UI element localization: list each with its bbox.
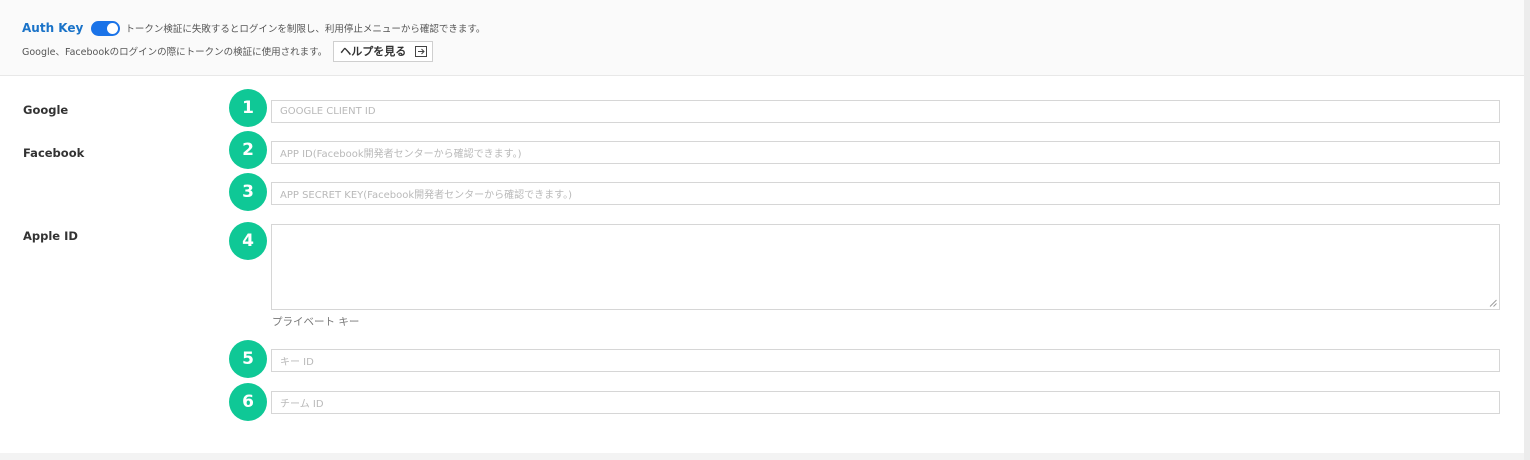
step-badge-5: 5 xyxy=(229,340,267,378)
toggle-knob xyxy=(107,22,119,34)
auth-key-toggle[interactable] xyxy=(91,20,121,36)
header-row-1: Auth Key トークン検証に失敗するとログインを制限し、利用停止メニューから… xyxy=(22,19,485,37)
auth-key-settings-panel: Auth Key トークン検証に失敗するとログインを制限し、利用停止メニューから… xyxy=(0,0,1524,460)
step-badge-3: 3 xyxy=(229,173,267,211)
resize-grip-icon[interactable] xyxy=(1489,299,1497,307)
auth-key-description-2: Google、Facebookのログインの際にトークンの検証に使用されます。 xyxy=(22,47,328,58)
help-button[interactable]: ヘルプを見る xyxy=(333,40,434,62)
apple-private-key-textarea[interactable] xyxy=(271,224,1500,310)
step-badge-1: 1 xyxy=(229,89,267,127)
step-badge-6: 6 xyxy=(229,383,267,421)
auth-key-header: Auth Key トークン検証に失敗するとログインを制限し、利用停止メニューから… xyxy=(0,0,1524,76)
header-row-2: Google、Facebookのログインの際にトークンの検証に使用されます。 ヘ… xyxy=(22,40,434,62)
auth-key-title: Auth Key xyxy=(22,21,84,35)
google-client-id-input[interactable]: GOOGLE CLIENT ID xyxy=(271,100,1500,123)
google-label: Google xyxy=(23,103,69,117)
apple-key-id-input[interactable]: キー ID xyxy=(271,349,1500,372)
facebook-label: Facebook xyxy=(23,146,85,160)
auth-key-description-1: トークン検証に失敗するとログインを制限し、利用停止メニューから確認できます。 xyxy=(125,24,486,35)
external-link-icon xyxy=(415,45,428,57)
step-badge-2: 2 xyxy=(229,131,267,169)
apple-id-label: Apple ID xyxy=(23,229,78,243)
bottom-divider xyxy=(0,453,1524,460)
help-button-label: ヘルプを見る xyxy=(340,45,407,58)
apple-team-id-input[interactable]: チーム ID xyxy=(271,391,1500,414)
scrollbar[interactable] xyxy=(1524,0,1530,460)
step-badge-4: 4 xyxy=(229,222,267,260)
facebook-app-secret-input[interactable]: APP SECRET KEY(Facebook開発者センターから確認できます。) xyxy=(271,182,1500,205)
facebook-app-id-input[interactable]: APP ID(Facebook開発者センターから確認できます。) xyxy=(271,141,1500,164)
private-key-caption: プライベート キー xyxy=(272,316,360,328)
